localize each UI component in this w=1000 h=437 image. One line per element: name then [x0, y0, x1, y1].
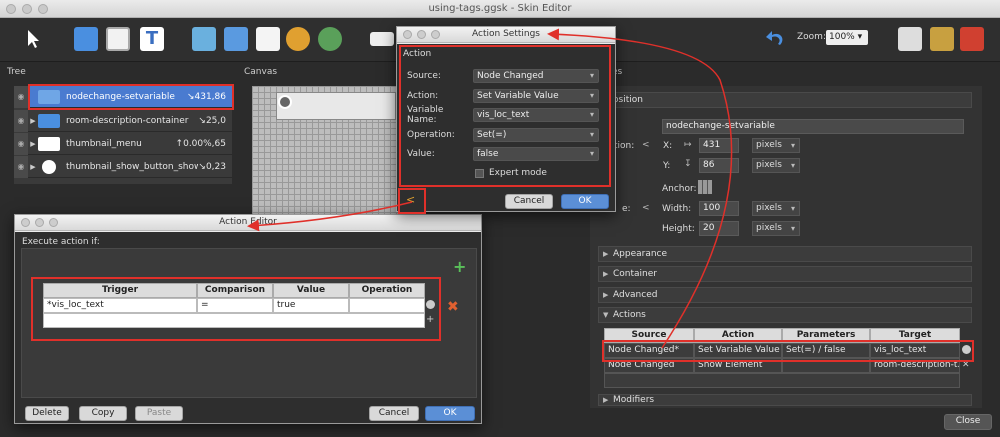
arrow-to-editor	[247, 201, 413, 232]
arrow-to-settings	[547, 28, 733, 349]
annotation-arrows	[247, 28, 733, 349]
